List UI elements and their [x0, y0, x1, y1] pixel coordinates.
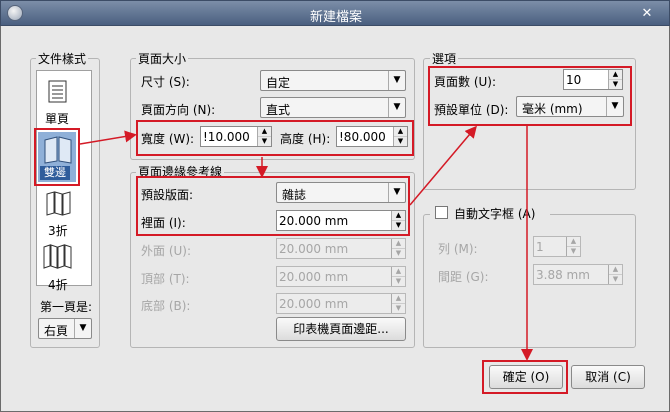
arrow-doc-to-size [79, 130, 137, 145]
annotation-arrows [79, 125, 533, 361]
arrow-margins-to-options [409, 125, 477, 206]
